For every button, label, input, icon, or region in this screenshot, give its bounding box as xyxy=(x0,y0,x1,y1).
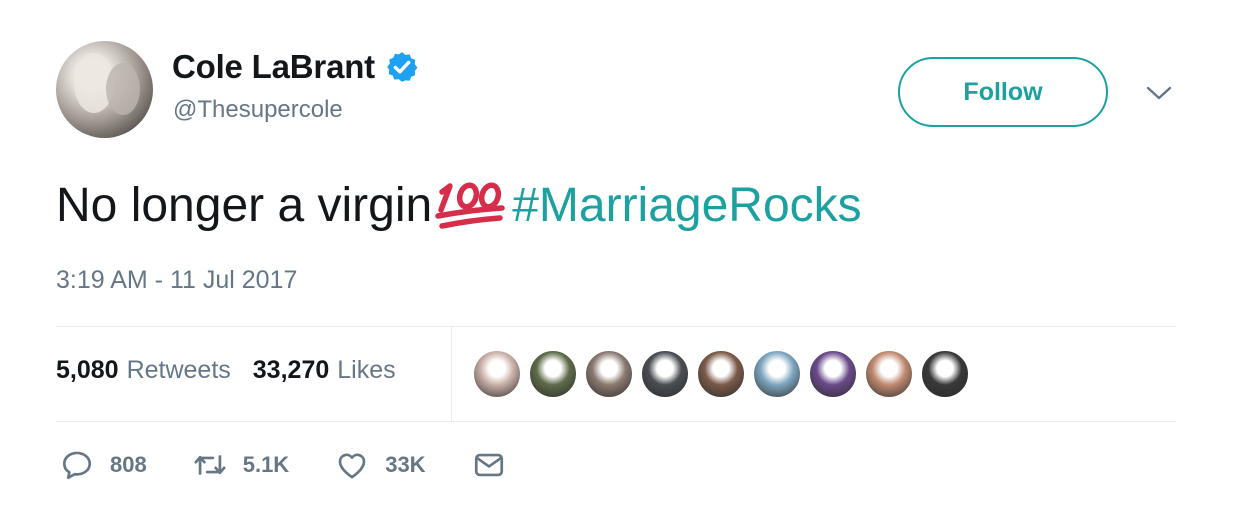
verified-badge-icon xyxy=(387,52,418,82)
heart-icon xyxy=(338,453,366,479)
liker-avatar[interactable] xyxy=(696,349,746,399)
liker-avatar[interactable] xyxy=(640,349,690,399)
liker-avatar[interactable] xyxy=(584,349,634,399)
reply-icon xyxy=(62,451,92,480)
envelope-icon xyxy=(474,453,503,477)
stats-bottom-divider xyxy=(56,421,1176,422)
reply-button[interactable]: 808 xyxy=(60,448,147,482)
liker-avatar[interactable] xyxy=(864,349,914,399)
like-count: 33K xyxy=(385,452,426,477)
tweet-body: No longer a virgin xyxy=(56,179,433,232)
retweet-count: 5.1K xyxy=(242,452,290,477)
user-name-row: Cole LaBrant xyxy=(172,48,419,86)
tweet-timestamp[interactable]: 3:19 AM - 11 Jul 2017 xyxy=(56,266,297,295)
likes-stat[interactable]: 33,270 Likes xyxy=(253,356,396,385)
liker-avatar[interactable] xyxy=(808,349,858,399)
retweets-label: Retweets xyxy=(126,356,231,384)
retweets-count: 5,080 xyxy=(56,356,119,384)
reply-count: 808 xyxy=(110,452,147,477)
chevron-down-icon[interactable] xyxy=(1146,84,1172,102)
likes-label: Likes xyxy=(337,356,396,384)
stats-top-divider xyxy=(56,326,1176,327)
liker-avatar[interactable] xyxy=(472,349,522,399)
hundred-points-emoji-icon xyxy=(435,182,505,229)
hashtag-link[interactable]: #MarriageRocks xyxy=(512,176,861,236)
tweet-stats: 5,080 Retweets 33,270 Likes xyxy=(56,356,396,385)
tweet-actions: 808 5.1K 33K xyxy=(60,448,552,482)
retweets-stat[interactable]: 5,080 Retweets xyxy=(56,356,231,385)
liker-avatar[interactable] xyxy=(920,349,970,399)
retweet-icon xyxy=(194,455,226,475)
follow-button[interactable]: Follow xyxy=(898,57,1108,127)
liker-avatar[interactable] xyxy=(528,349,578,399)
liker-avatar[interactable] xyxy=(752,349,802,399)
direct-message-button[interactable] xyxy=(472,448,506,482)
display-name[interactable]: Cole LaBrant xyxy=(172,48,375,86)
like-button[interactable]: 33K xyxy=(335,448,426,482)
user-avatar[interactable] xyxy=(56,41,153,138)
stats-vertical-divider xyxy=(451,327,452,421)
user-handle[interactable]: @Thesupercole xyxy=(173,96,343,124)
tweet-text: No longer a virgin #MarriageRocks xyxy=(56,176,862,236)
liker-avatars xyxy=(472,349,976,399)
likes-count: 33,270 xyxy=(252,356,330,384)
retweet-button[interactable]: 5.1K xyxy=(193,448,289,482)
